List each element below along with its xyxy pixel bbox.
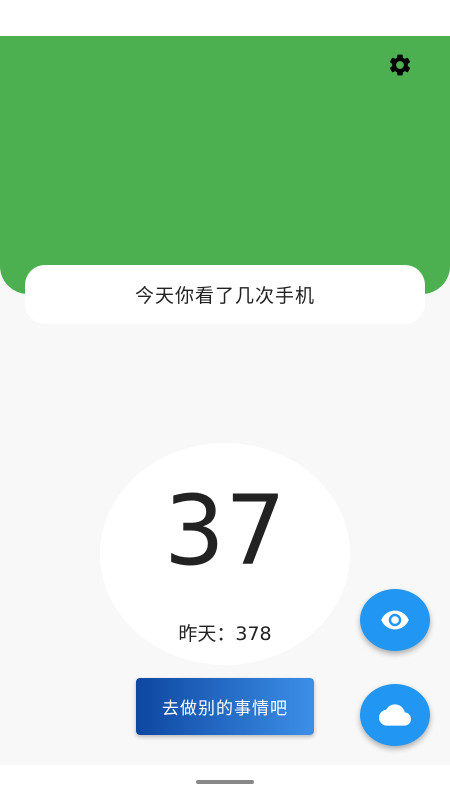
- title-text: 今天你看了几次手机: [134, 285, 315, 307]
- header-banner: [0, 36, 450, 294]
- cloud-icon: [379, 704, 411, 726]
- today-count: 37: [163, 475, 287, 587]
- do-something-else-button[interactable]: 去做别的事情吧: [136, 678, 314, 735]
- gear-icon: [389, 54, 411, 76]
- status-bar: [0, 0, 450, 36]
- home-indicator[interactable]: [196, 780, 254, 784]
- do-something-else-label: 去做别的事情吧: [162, 699, 288, 719]
- eye-fab-button[interactable]: [360, 589, 430, 651]
- eye-icon: [381, 610, 409, 630]
- title-card: 今天你看了几次手机: [25, 265, 425, 324]
- cloud-fab-button[interactable]: [360, 684, 430, 746]
- yesterday-count: 昨天：378: [178, 623, 272, 645]
- navigation-bar: [0, 765, 450, 800]
- settings-button[interactable]: [385, 50, 415, 80]
- counter-circle: 37 昨天：378: [100, 443, 350, 665]
